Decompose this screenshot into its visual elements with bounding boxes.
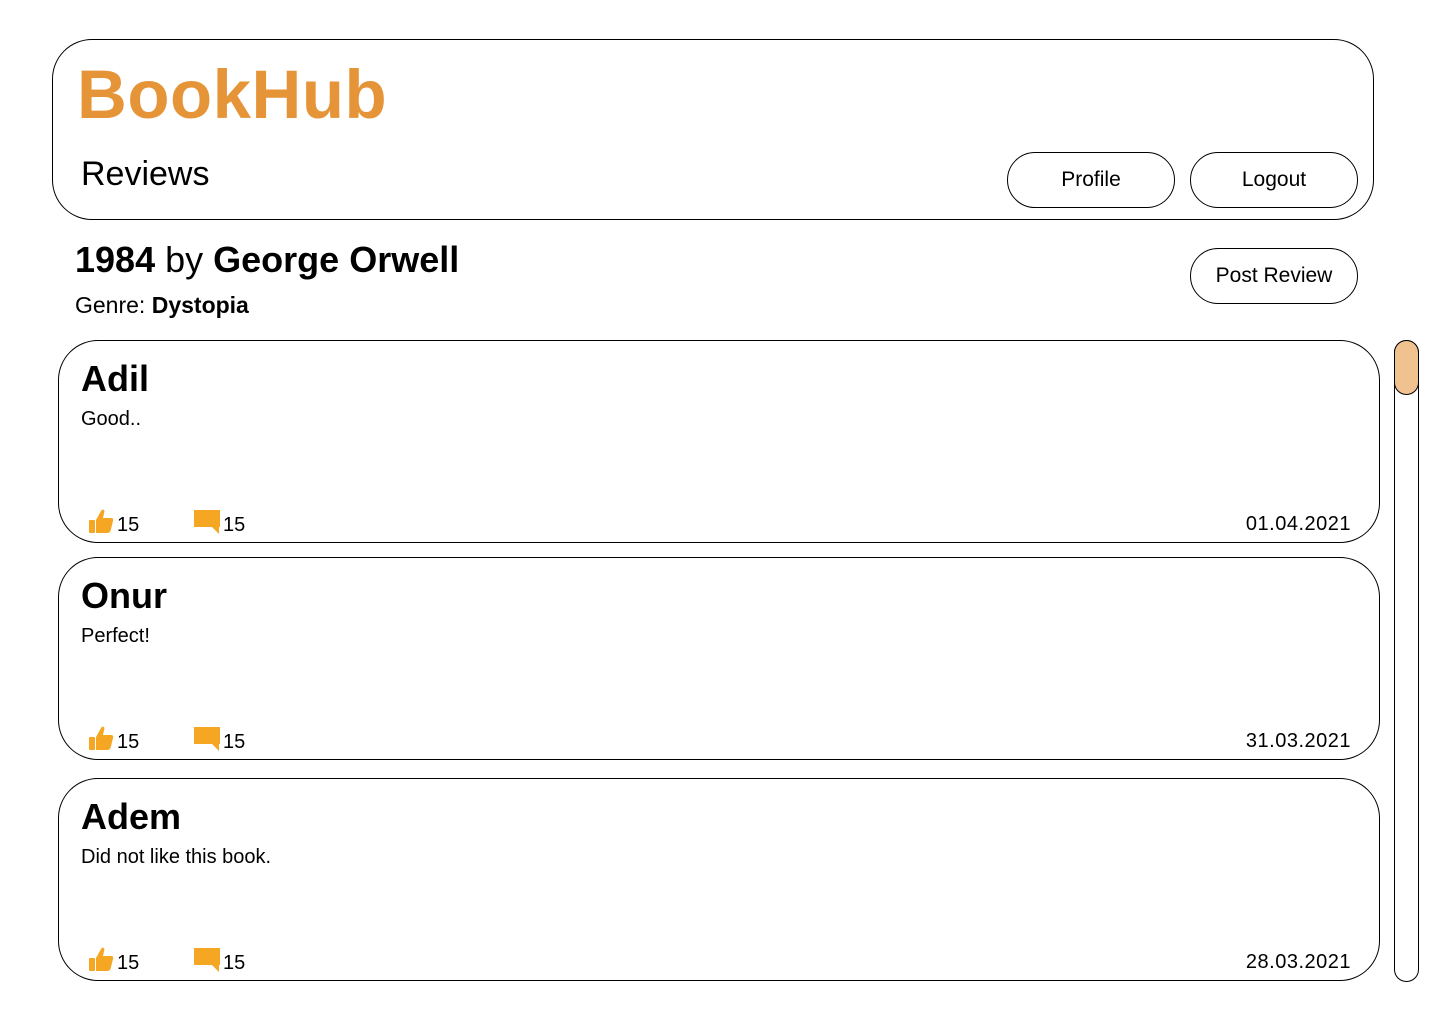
genre-line: Genre: Dystopia (75, 294, 249, 317)
like-stat[interactable]: 15 (87, 507, 139, 535)
review-author: Adem (81, 796, 182, 837)
book-title: 1984 (75, 239, 156, 280)
comment-icon[interactable] (193, 507, 221, 535)
review-date: 31.03.2021 (1245, 730, 1351, 752)
thumbs-up-icon[interactable] (87, 945, 115, 973)
genre-value: Dystopia (151, 292, 249, 318)
review-author: Adil (81, 358, 149, 399)
comment-stat[interactable]: 15 (193, 724, 245, 752)
header: BookHub Reviews Profile Logout (52, 39, 1374, 220)
comment-icon[interactable] (193, 724, 221, 752)
review-date: 28.03.2021 (1245, 951, 1351, 973)
by-label: by (165, 239, 204, 280)
genre-label: Genre: (75, 292, 146, 318)
brand-logo[interactable]: BookHub (77, 60, 387, 129)
review-text: Did not like this book. (81, 846, 272, 868)
review-text: Perfect! (81, 625, 150, 647)
comment-stat[interactable]: 15 (193, 945, 245, 973)
comment-count: 15 (223, 731, 246, 753)
book-heading: 1984 by George Orwell (75, 242, 459, 278)
logout-button[interactable]: Logout (1190, 152, 1358, 208)
like-stat[interactable]: 15 (87, 724, 139, 752)
profile-button[interactable]: Profile (1007, 152, 1175, 208)
page-title: Reviews (81, 155, 210, 193)
comment-count: 15 (223, 952, 246, 974)
like-count: 15 (117, 731, 140, 753)
book-author: George Orwell (213, 239, 460, 280)
comment-icon[interactable] (193, 945, 221, 973)
review-text: Good.. (81, 408, 142, 430)
review-card: Adem Did not like this book. 15 15 28.03… (58, 778, 1380, 981)
review-card: Onur Perfect! 15 15 31.03.2021 (58, 557, 1380, 760)
scrollbar-thumb[interactable] (1393, 339, 1419, 395)
review-card: Adil Good.. 15 15 01.04.2021 (58, 340, 1380, 543)
comment-stat[interactable]: 15 (193, 507, 245, 535)
review-date: 01.04.2021 (1245, 513, 1351, 535)
comment-count: 15 (223, 514, 246, 536)
review-author: Onur (81, 575, 167, 616)
thumbs-up-icon[interactable] (87, 724, 115, 752)
like-count: 15 (117, 514, 140, 536)
like-count: 15 (117, 952, 140, 974)
post-review-button[interactable]: Post Review (1190, 248, 1358, 304)
like-stat[interactable]: 15 (87, 945, 139, 973)
thumbs-up-icon[interactable] (87, 507, 115, 535)
scrollbar-track[interactable] (1393, 339, 1419, 982)
